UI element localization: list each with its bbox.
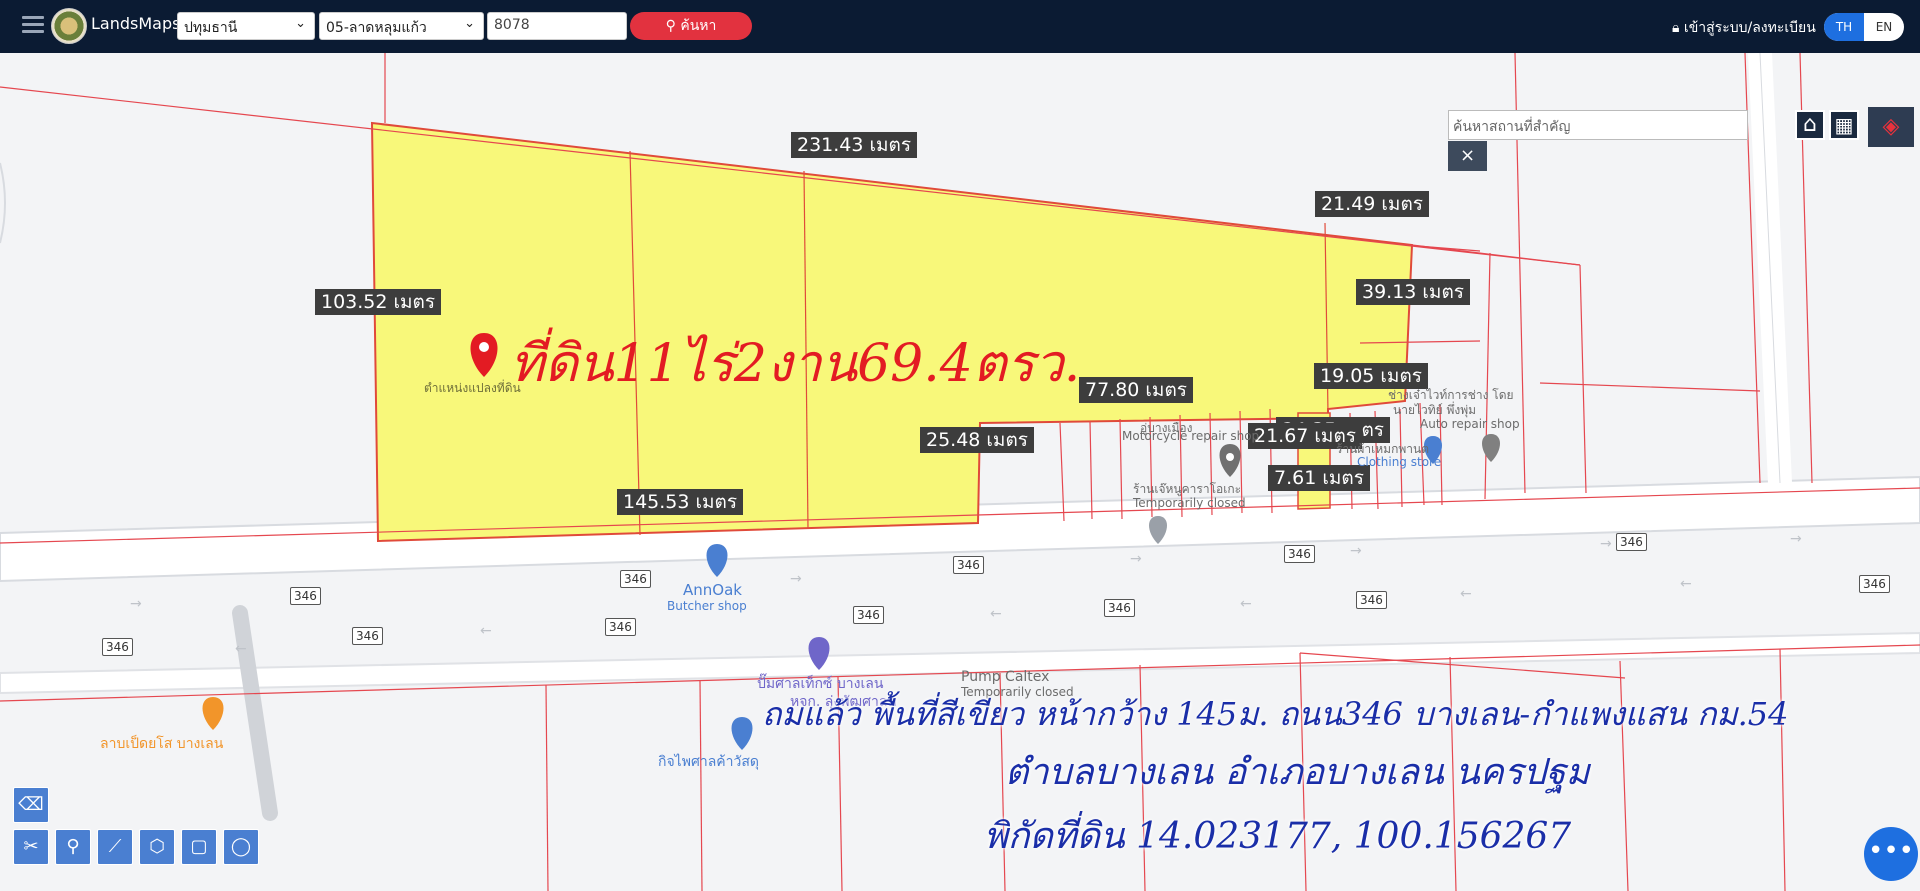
place-search-input[interactable]: ค้นหาสถานที่สำคัญ bbox=[1448, 110, 1748, 140]
poi-restaurant: ลาบเป็ดยโส บางเลน bbox=[100, 736, 224, 752]
dimension-label-notch-top: 77.80 เมตร bbox=[1079, 377, 1193, 403]
layers-icon[interactable]: ◈ bbox=[1868, 107, 1914, 147]
side-road bbox=[0, 631, 1920, 695]
svg-text:←: ← bbox=[1680, 576, 1692, 592]
search-button[interactable]: ⚲ ค้นหา bbox=[630, 12, 752, 40]
line-tool-icon[interactable]: ⟋ bbox=[97, 829, 133, 865]
route-shield: 346 bbox=[620, 570, 651, 588]
lang-en-button[interactable]: EN bbox=[1864, 13, 1904, 41]
measure-tool-icon[interactable]: ✂ bbox=[13, 829, 49, 865]
lock-icon: 🔒︎ bbox=[1672, 20, 1684, 36]
poi-annoak: AnnOak bbox=[683, 581, 742, 599]
dimension-label-top-right: 21.49 เมตร bbox=[1315, 191, 1429, 217]
poi-kitchen: กิจไพศาลค้าวัสดุ bbox=[658, 754, 760, 770]
svg-text:→: → bbox=[1790, 531, 1802, 547]
close-search-button[interactable]: × bbox=[1448, 141, 1487, 171]
description-line-3: พิกัดที่ดิน 14.023177, 100.156267 bbox=[984, 816, 1572, 857]
poi-clothing-en: Clothing store bbox=[1357, 455, 1442, 469]
home-icon[interactable]: ⌂ bbox=[1795, 110, 1825, 140]
dimension-label-small-3: 7.61 เมตร bbox=[1268, 465, 1370, 491]
brand-name: LandsMaps bbox=[91, 14, 181, 33]
language-toggle[interactable]: TH EN bbox=[1824, 13, 1904, 41]
grid-icon[interactable]: ▦ bbox=[1829, 110, 1859, 140]
svg-text:→: → bbox=[130, 596, 142, 612]
province-value: ปทุมธานี bbox=[184, 20, 238, 36]
land-size-headline: ที่ดิน11ไร่2งาน69.4ตรว. bbox=[510, 334, 1081, 394]
district-select[interactable]: 05-ลาดหลุมแก้ว ⌄ bbox=[319, 12, 484, 40]
dimension-label-left: 103.52 เมตร bbox=[315, 289, 442, 315]
login-link[interactable]: 🔒︎ เข้าสู่ระบบ/ลงทะเบียน bbox=[1672, 17, 1816, 39]
poi-butcher: Butcher shop bbox=[667, 599, 747, 613]
route-shield: 346 bbox=[352, 627, 383, 645]
chevron-down-icon: ⌄ bbox=[295, 16, 306, 31]
svg-text:←: ← bbox=[990, 606, 1002, 622]
route-shield: 346 bbox=[1356, 591, 1387, 609]
route-shield: 346 bbox=[1284, 545, 1315, 563]
rectangle-tool-icon[interactable]: ▢ bbox=[181, 829, 217, 865]
dimension-label-right: 39.13 เมตร bbox=[1356, 279, 1470, 305]
route-shield: 346 bbox=[1616, 533, 1647, 551]
eraser-icon[interactable]: ⌫ bbox=[13, 787, 49, 823]
shop-pin-icon bbox=[706, 544, 728, 577]
svg-text:→: → bbox=[790, 571, 802, 587]
dimension-label-notch-left: 25.48 เมตร bbox=[920, 427, 1034, 453]
chat-more-button[interactable]: ••• bbox=[1864, 827, 1918, 881]
hamburger-menu-icon[interactable] bbox=[22, 16, 44, 34]
svg-text:→: → bbox=[1600, 536, 1612, 552]
pin-tool-icon[interactable]: ⚲ bbox=[55, 829, 91, 865]
map-canvas[interactable]: → ← ← → ← → ← → ← → ← → 231.43 เมตร 21.49 เมตร 1… bbox=[0, 53, 1920, 891]
parcel-position-label: ตำแหน่งแปลงที่ดิน bbox=[424, 381, 521, 395]
dimension-label-top: 231.43 เมตร bbox=[791, 132, 918, 158]
route-shield: 346 bbox=[853, 606, 884, 624]
route-shield: 346 bbox=[953, 556, 984, 574]
route-shield: 346 bbox=[1859, 575, 1890, 593]
route-shield: 346 bbox=[290, 587, 321, 605]
description-line-2: ตำบลบางเลน อำเภอบางเลน นครปฐม bbox=[1005, 752, 1590, 793]
store-pin-icon bbox=[731, 717, 753, 750]
top-navbar: LandsMaps ปทุมธานี ⌄ 05-ลาดหลุมแก้ว ⌄ 8078… bbox=[0, 0, 1920, 53]
lang-th-button[interactable]: TH bbox=[1824, 13, 1864, 41]
map-layer: → ← ← → ← → ← → ← → ← → bbox=[0, 53, 1920, 891]
auto-repair-pin-icon bbox=[1482, 434, 1500, 462]
poi-auto-en: Auto repair shop bbox=[1420, 417, 1520, 431]
route-shield: 346 bbox=[605, 618, 636, 636]
district-value: 05-ลาดหลุมแก้ว bbox=[326, 20, 427, 36]
svg-text:←: ← bbox=[480, 623, 492, 639]
svg-text:←: ← bbox=[235, 641, 247, 657]
landsmaps-logo bbox=[51, 8, 87, 44]
polygon-tool-icon[interactable]: ⬡ bbox=[139, 829, 175, 865]
circle-tool-icon[interactable]: ◯ bbox=[223, 829, 259, 865]
province-select[interactable]: ปทุมธานี ⌄ bbox=[177, 12, 315, 40]
search-icon: ⚲ bbox=[665, 18, 681, 34]
search-button-label: ค้นหา bbox=[680, 18, 717, 34]
svg-text:→: → bbox=[1350, 543, 1362, 559]
poi-caltex: Pump Caltex bbox=[961, 669, 1050, 685]
parcel-number-input[interactable]: 8078 bbox=[487, 12, 627, 40]
poi-moto-en: Motorcycle repair shop bbox=[1122, 429, 1260, 443]
dimension-label-bottom: 145.53 เมตร bbox=[617, 489, 744, 515]
description-line-1: ถมแล้ว พื้นที่สีเขียว หน้ากว้าง 145ม. ถน… bbox=[762, 695, 1789, 733]
poi-karaoke-status: Temporarily closed bbox=[1133, 496, 1246, 510]
chevron-down-icon: ⌄ bbox=[464, 16, 475, 31]
food-pin-icon bbox=[202, 697, 224, 730]
svg-text:→: → bbox=[1130, 551, 1142, 567]
svg-text:←: ← bbox=[1460, 586, 1472, 602]
login-label: เข้าสู่ระบบ/ลงทะเบียน bbox=[1683, 20, 1816, 36]
svg-text:←: ← bbox=[1240, 596, 1252, 612]
route-shield: 346 bbox=[1104, 599, 1135, 617]
route-shield: 346 bbox=[102, 638, 133, 656]
